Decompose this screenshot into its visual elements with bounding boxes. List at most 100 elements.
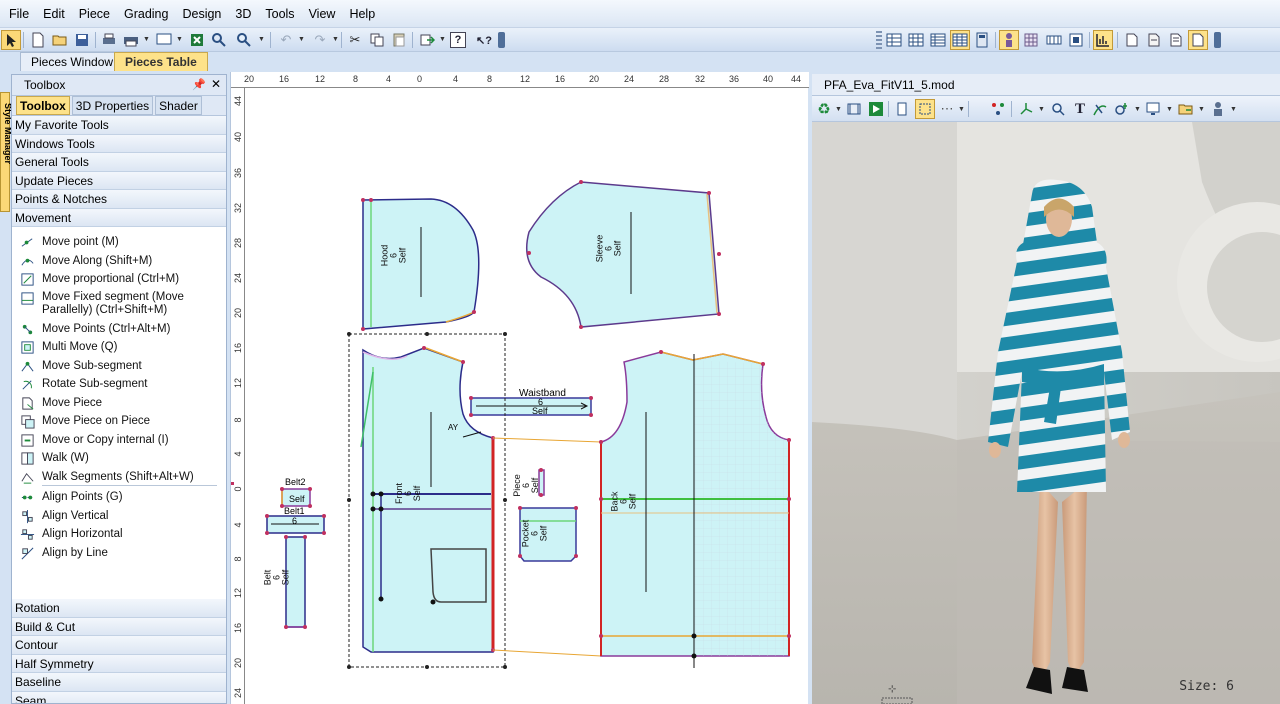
- display-icon[interactable]: [1144, 99, 1164, 119]
- category-windows-tools[interactable]: Windows Tools: [12, 134, 226, 153]
- print-icon[interactable]: [99, 30, 119, 50]
- menu-3d[interactable]: 3D: [228, 0, 258, 28]
- text-icon[interactable]: T: [1070, 99, 1090, 119]
- menu-view[interactable]: View: [302, 0, 343, 28]
- calculator-icon[interactable]: [972, 30, 992, 50]
- tool-align-vertical[interactable]: Align Vertical: [12, 507, 226, 526]
- screen-icon[interactable]: [154, 30, 174, 50]
- menu-design[interactable]: Design: [175, 0, 228, 28]
- tab-3d-properties[interactable]: 3D Properties: [71, 96, 154, 115]
- category-my-favorite-tools[interactable]: My Favorite Tools: [12, 116, 226, 135]
- grid-view-icon[interactable]: [906, 30, 926, 50]
- context-help-icon[interactable]: ↖?: [474, 30, 494, 50]
- category-baseline[interactable]: Baseline: [12, 673, 226, 692]
- plot-icon[interactable]: [121, 30, 141, 50]
- settings-3d-icon[interactable]: [1112, 99, 1132, 119]
- undo-icon[interactable]: ↶: [276, 30, 296, 50]
- new-file-icon[interactable]: [28, 30, 48, 50]
- cursor-dropdown-icon[interactable]: ▼: [958, 106, 965, 113]
- tab-pieces-window[interactable]: Pieces Window: [20, 52, 125, 71]
- category-update-pieces[interactable]: Update Pieces: [12, 171, 226, 190]
- screen-dropdown-icon[interactable]: ▼: [176, 36, 183, 43]
- category-general-tools[interactable]: General Tools: [12, 153, 226, 172]
- tool-walk-segments[interactable]: Walk Segments (Shift+Alt+W): [12, 468, 226, 487]
- tool-align-horizontal[interactable]: Align Horizontal: [12, 525, 226, 544]
- tab-toolbox[interactable]: Toolbox: [16, 96, 70, 115]
- open-folder-icon[interactable]: [50, 30, 70, 50]
- tool-walk[interactable]: Walk (W): [12, 449, 226, 468]
- front-piece[interactable]: [347, 332, 507, 669]
- select-3d-icon[interactable]: [915, 99, 935, 119]
- select-arrow-icon[interactable]: [1, 30, 21, 50]
- display-dropdown-icon[interactable]: ▼: [1166, 106, 1173, 113]
- settings-3d-dropdown-icon[interactable]: ▼: [1134, 106, 1141, 113]
- tool-multi-move[interactable]: Multi Move (Q): [12, 338, 226, 357]
- axis-dropdown-icon[interactable]: ▼: [1038, 106, 1045, 113]
- piece-d-icon[interactable]: [1188, 30, 1208, 50]
- tool-rotate-sub-segment[interactable]: Rotate Sub-segment: [12, 375, 226, 394]
- toolbar-grip-icon[interactable]: [876, 31, 882, 49]
- zoom-dropdown-icon[interactable]: ▼: [258, 36, 265, 43]
- tool-move-points[interactable]: Move Points (Ctrl+Alt+M): [12, 320, 226, 339]
- waistband-piece[interactable]: [469, 396, 593, 417]
- measure-3d-icon[interactable]: [1090, 99, 1110, 119]
- help-icon[interactable]: ?: [450, 32, 466, 48]
- tool-move-piece-on-piece[interactable]: Move Piece on Piece: [12, 412, 226, 431]
- tab-pieces-table[interactable]: Pieces Table: [114, 52, 208, 71]
- category-contour[interactable]: Contour: [12, 636, 226, 655]
- menu-piece[interactable]: Piece: [72, 0, 117, 28]
- cursor-icon[interactable]: ⋯: [937, 99, 957, 119]
- save-icon[interactable]: [72, 30, 92, 50]
- transfer-icon[interactable]: [417, 30, 437, 50]
- toolbar-overflow-icon[interactable]: [498, 32, 505, 48]
- tool-move-along[interactable]: Move Along (Shift+M): [12, 252, 226, 271]
- zoom-3d-icon[interactable]: [1048, 99, 1068, 119]
- measure-chart-icon[interactable]: [1093, 30, 1113, 50]
- right-toolbar-overflow-icon[interactable]: [1214, 32, 1221, 48]
- piece-b-icon[interactable]: [1144, 30, 1164, 50]
- paste-icon[interactable]: [389, 30, 409, 50]
- tool-move-sub-segment[interactable]: Move Sub-segment: [12, 357, 226, 376]
- avatar-3d-icon[interactable]: [1208, 99, 1228, 119]
- category-points-notches[interactable]: Points & Notches: [12, 190, 226, 209]
- redo-icon[interactable]: ↷: [310, 30, 330, 50]
- export-3d-icon[interactable]: [1176, 99, 1196, 119]
- pieces-canvas[interactable]: 20 16 12 8 4 0 4 8 12 16 20 24 28 32 36 …: [230, 72, 809, 704]
- menu-tools[interactable]: Tools: [258, 0, 301, 28]
- sleeve-piece[interactable]: [526, 180, 721, 329]
- pin-icon[interactable]: 📌: [192, 78, 206, 91]
- sheet-view-icon[interactable]: [950, 30, 970, 50]
- find-icon[interactable]: [209, 30, 229, 50]
- cut-icon[interactable]: ✂: [345, 30, 365, 50]
- play-icon[interactable]: [866, 99, 886, 119]
- redo-dropdown-icon[interactable]: ▼: [332, 36, 339, 43]
- model-icon[interactable]: [999, 30, 1019, 50]
- tab-shader[interactable]: Shader: [155, 96, 202, 115]
- tool-move-proportional[interactable]: Move proportional (Ctrl+M): [12, 270, 226, 289]
- recycle-dropdown-icon[interactable]: ▼: [835, 106, 842, 113]
- tool-align-by-line[interactable]: Align by Line: [12, 544, 226, 563]
- piece-c-icon[interactable]: [1166, 30, 1186, 50]
- undo-dropdown-icon[interactable]: ▼: [298, 36, 305, 43]
- zoom-icon[interactable]: [234, 30, 254, 50]
- tool-move-point[interactable]: Move point (M): [12, 233, 226, 252]
- points-icon[interactable]: [988, 99, 1008, 119]
- tool-move-or-copy-internal[interactable]: Move or Copy internal (I): [12, 431, 226, 450]
- list-view-icon[interactable]: [928, 30, 948, 50]
- export-3d-dropdown-icon[interactable]: ▼: [1198, 106, 1205, 113]
- category-rotation[interactable]: Rotation: [12, 599, 226, 618]
- category-build-cut[interactable]: Build & Cut: [12, 617, 226, 636]
- piece-a-icon[interactable]: [1122, 30, 1142, 50]
- category-movement[interactable]: Movement: [12, 208, 226, 227]
- style-manager-side-tab[interactable]: Style Manager: [0, 92, 13, 212]
- film-icon[interactable]: [844, 99, 864, 119]
- axis-icon[interactable]: [1016, 99, 1036, 119]
- table-view-icon[interactable]: [884, 30, 904, 50]
- category-half-symmetry[interactable]: Half Symmetry: [12, 654, 226, 673]
- rules-icon[interactable]: [1066, 30, 1086, 50]
- recycle-icon[interactable]: ♻: [814, 99, 834, 119]
- menu-grading[interactable]: Grading: [117, 0, 175, 28]
- menu-help[interactable]: Help: [342, 0, 382, 28]
- tool-align-points[interactable]: Align Points (G): [12, 488, 226, 507]
- copy-icon[interactable]: [367, 30, 387, 50]
